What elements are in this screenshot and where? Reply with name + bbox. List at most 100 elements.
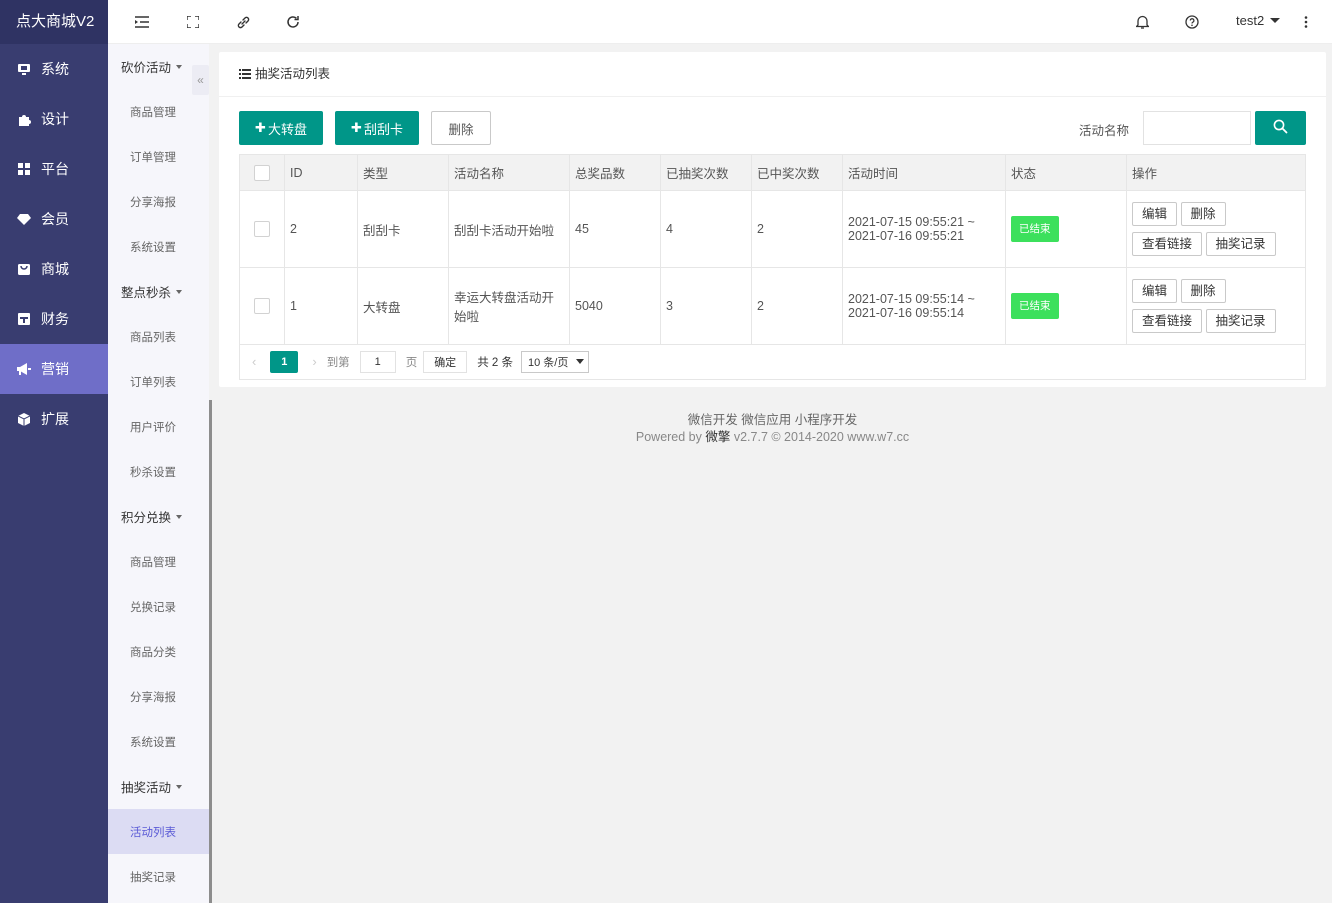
time-start: 2021-07-15 09:55:14 ~ <box>848 292 975 306</box>
row-checkbox[interactable] <box>254 221 270 237</box>
nav-item-mall[interactable]: 商城 <box>0 244 108 294</box>
cell-status: 已结束 <box>1005 267 1127 345</box>
cell-id: 1 <box>284 267 358 345</box>
sub-item[interactable]: 商品分类 <box>108 629 209 674</box>
time-start: 2021-07-15 09:55:21 ~ <box>848 215 975 229</box>
bell-icon[interactable] <box>1133 13 1151 31</box>
sub-item[interactable]: 系统设置 <box>108 224 209 269</box>
refresh-icon[interactable] <box>284 13 302 31</box>
row-checkbox[interactable] <box>254 298 270 314</box>
nav-label: 系统 <box>41 61 69 77</box>
nav-item-finance[interactable]: 财务 <box>0 294 108 344</box>
sub-group-seckill[interactable]: 整点秒杀 <box>108 269 209 314</box>
cell-won: 2 <box>751 267 843 345</box>
sub-item[interactable]: 订单列表 <box>108 359 209 404</box>
sidebar-scrollbar[interactable] <box>209 400 212 903</box>
sub-item[interactable]: 秒杀设置 <box>108 449 209 494</box>
prev-page-icon[interactable]: ‹ <box>252 354 256 369</box>
sub-item[interactable]: 商品管理 <box>108 539 209 584</box>
next-page-icon[interactable]: › <box>312 354 316 369</box>
sub-group-label: 积分兑换 <box>121 511 172 525</box>
nav-item-member[interactable]: 会员 <box>0 194 108 244</box>
sub-item[interactable]: 分享海报 <box>108 179 209 224</box>
pagination: ‹ 1 › 到第 1 页 确定 共 2 条 10 条/页 <box>239 344 1306 380</box>
column-header: 总奖品数 <box>569 154 661 191</box>
help-icon[interactable] <box>1183 13 1201 31</box>
delete-button[interactable]: 删除 <box>431 111 491 145</box>
page-size-select[interactable]: 10 条/页 <box>520 350 590 373</box>
caret-down-icon <box>176 514 183 519</box>
nav-item-platform[interactable]: 平台 <box>0 144 108 194</box>
powered-by: Powered by 微擎 v2.7.7 © 2014-2020 www.w7.… <box>219 429 1326 446</box>
cell-drawn: 3 <box>660 267 752 345</box>
cell-name: 幸运大转盘活动开始啦 <box>448 267 570 345</box>
monitor-icon <box>17 62 31 76</box>
sub-item[interactable]: 用户评价 <box>108 404 209 449</box>
powered-brand[interactable]: 微擎 <box>705 430 730 444</box>
cell-actions: 编辑 删除 查看链接 抽奖记录 <box>1126 190 1306 268</box>
sub-item[interactable]: 订单管理 <box>108 134 209 179</box>
activity-name-input[interactable] <box>1143 111 1251 145</box>
goto-label: 到第 <box>326 356 350 369</box>
status-badge: 已结束 <box>1011 293 1059 319</box>
current-page[interactable]: 1 <box>270 350 299 373</box>
nav-item-marketing[interactable]: 营销 <box>0 344 108 394</box>
diamond-icon <box>17 212 31 226</box>
cell-name: 刮刮卡活动开始啦 <box>448 190 570 268</box>
column-header: 状态 <box>1005 154 1127 191</box>
activity-table: ID 类型 活动名称 总奖品数 已抽奖次数 已中奖次数 活动时间 状态 操作 2… <box>239 154 1306 345</box>
draw-records-button[interactable]: 抽奖记录 <box>1205 232 1276 256</box>
nav-item-system[interactable]: 系统 <box>0 44 108 94</box>
row-delete-button[interactable]: 删除 <box>1180 279 1226 303</box>
sub-item-activity-list[interactable]: 活动列表 <box>108 809 209 854</box>
fullscreen-icon[interactable] <box>184 13 202 31</box>
sub-group-label: 整点秒杀 <box>121 286 172 300</box>
time-end: 2021-07-16 09:55:21 <box>848 229 965 243</box>
collapse-sidebar-icon[interactable]: « <box>192 65 209 95</box>
nav-label: 平台 <box>41 161 69 177</box>
page-unit-label: 页 <box>405 356 418 369</box>
nav-item-design[interactable]: 设计 <box>0 94 108 144</box>
edit-button[interactable]: 编辑 <box>1132 202 1178 226</box>
username: test2 <box>1236 13 1265 28</box>
sub-item[interactable]: 商品管理 <box>108 89 209 134</box>
grid-icon <box>17 162 31 176</box>
caret-down-icon <box>176 64 183 69</box>
column-header: 活动时间 <box>842 154 1006 191</box>
cell-total: 45 <box>569 190 661 268</box>
view-link-button[interactable]: 查看链接 <box>1132 232 1203 256</box>
page-size-value: 10 条/页 <box>527 356 569 369</box>
powered-suffix: v2.7.7 © 2014-2020 www.w7.cc <box>730 430 910 444</box>
footer-links[interactable]: 微信开发 微信应用 小程序开发 <box>219 412 1326 429</box>
sub-item[interactable]: 商品列表 <box>108 314 209 359</box>
sub-group-lottery[interactable]: 抽奖活动 <box>108 764 209 809</box>
menu-fold-icon[interactable] <box>133 13 151 31</box>
status-badge: 已结束 <box>1011 216 1059 242</box>
select-all-checkbox[interactable] <box>254 164 270 181</box>
row-delete-button[interactable]: 删除 <box>1180 202 1226 226</box>
add-scratch-button[interactable]: ✚ 刮刮卡 <box>335 111 419 145</box>
sub-item[interactable]: 兑换记录 <box>108 584 209 629</box>
link-icon[interactable] <box>234 13 252 31</box>
sub-item[interactable]: 系统设置 <box>108 719 209 764</box>
draw-records-button[interactable]: 抽奖记录 <box>1205 309 1276 333</box>
search-button[interactable] <box>1255 111 1306 145</box>
nav-item-extend[interactable]: 扩展 <box>0 394 108 444</box>
add-wheel-button[interactable]: ✚ 大转盘 <box>239 111 323 145</box>
nav-label: 会员 <box>41 211 69 227</box>
wallet-icon <box>17 312 31 326</box>
sub-group-points[interactable]: 积分兑换 <box>108 494 209 539</box>
lottery-list-card: 抽奖活动列表 ✚ 大转盘 ✚ 刮刮卡 删除 活动名称 ID 类型 活动名称 总奖品数… <box>219 52 1326 387</box>
more-vertical-icon[interactable] <box>1297 13 1315 31</box>
goto-confirm-button[interactable]: 确定 <box>423 350 468 373</box>
goto-page-input[interactable]: 1 <box>359 350 396 373</box>
edit-button[interactable]: 编辑 <box>1132 279 1178 303</box>
sub-item[interactable]: 分享海报 <box>108 674 209 719</box>
sub-item[interactable]: 抽奖记录 <box>108 854 209 899</box>
user-menu[interactable]: test2 <box>1236 13 1281 28</box>
list-icon <box>239 69 251 79</box>
nav-label: 商城 <box>41 261 69 277</box>
sub-sidebar: 砍价活动 商品管理 订单管理 分享海报 系统设置 整点秒杀 商品列表 订单列表 … <box>108 44 209 903</box>
view-link-button[interactable]: 查看链接 <box>1132 309 1203 333</box>
caret-down-icon <box>176 289 183 294</box>
